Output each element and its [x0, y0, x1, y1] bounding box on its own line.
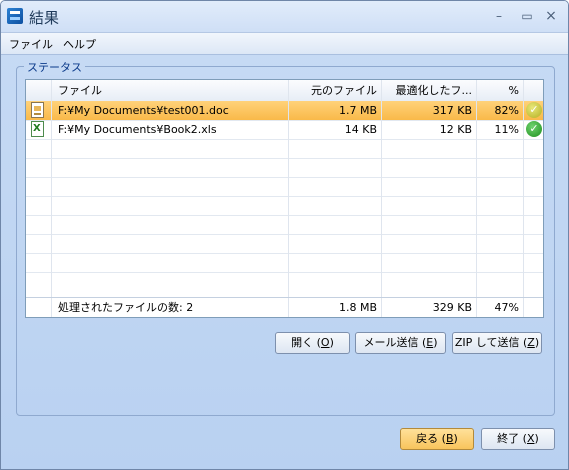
status-group-label: ステータス	[24, 59, 85, 75]
zip-send-button[interactable]: ZIP して送信 (Z)	[452, 332, 542, 354]
empty-row	[26, 272, 543, 298]
summary-row: 処理されたファイルの数: 2 1.8 MB 329 KB 47%	[26, 297, 543, 317]
summary-label: 処理されたファイルの数: 2	[52, 298, 289, 317]
row-original-size: 14 KB	[289, 120, 382, 139]
row-optimized-size: 317 KB	[382, 101, 477, 120]
exit-button[interactable]: 終了 (X)	[481, 428, 555, 450]
menu-help[interactable]: ヘルプ	[63, 36, 96, 52]
list-header: ファイル 元のファイル 最適化したフ... %	[26, 80, 543, 102]
results-window: 結果 – ▭ × ファイル ヘルプ ステータス ファイル 元のファイル 最適化し…	[0, 0, 569, 470]
word-doc-icon	[31, 102, 44, 118]
window-title: 結果	[29, 9, 60, 27]
menu-bar: ファイル ヘルプ	[1, 32, 568, 55]
close-button[interactable]: ×	[542, 8, 560, 24]
open-button[interactable]: 開く (O)	[275, 332, 350, 354]
menu-file[interactable]: ファイル	[9, 36, 53, 52]
empty-row	[26, 234, 543, 254]
results-list[interactable]: ファイル 元のファイル 最適化したフ... % F:¥My Documents¥…	[25, 79, 544, 318]
app-icon	[7, 8, 23, 24]
summary-optimized: 329 KB	[382, 298, 477, 317]
table-row[interactable]: F:¥My Documents¥test001.doc 1.7 MB 317 K…	[26, 101, 543, 121]
summary-original: 1.8 MB	[289, 298, 382, 317]
row-file: F:¥My Documents¥test001.doc	[52, 101, 289, 120]
check-icon: ✓	[526, 121, 542, 137]
empty-row	[26, 139, 543, 159]
minimize-button[interactable]: –	[490, 8, 508, 24]
excel-doc-icon	[31, 121, 44, 137]
maximize-button[interactable]: ▭	[518, 8, 536, 24]
empty-row	[26, 158, 543, 178]
header-file[interactable]: ファイル	[52, 80, 289, 101]
check-icon: ✓	[526, 102, 542, 118]
empty-row	[26, 196, 543, 216]
summary-percent: 47%	[477, 298, 524, 317]
empty-row	[26, 253, 543, 273]
row-optimized-size: 12 KB	[382, 120, 477, 139]
header-status	[524, 80, 543, 101]
send-mail-button[interactable]: メール送信 (E)	[355, 332, 446, 354]
header-percent[interactable]: %	[477, 80, 524, 101]
empty-row	[26, 177, 543, 197]
title-bar[interactable]: 結果 – ▭ ×	[1, 1, 568, 32]
header-original[interactable]: 元のファイル	[289, 80, 382, 101]
table-row[interactable]: F:¥My Documents¥Book2.xls 14 KB 12 KB 11…	[26, 120, 543, 140]
row-original-size: 1.7 MB	[289, 101, 382, 120]
row-percent: 82%	[477, 101, 524, 120]
empty-row	[26, 215, 543, 235]
row-file: F:¥My Documents¥Book2.xls	[52, 120, 289, 139]
back-button[interactable]: 戻る (B)	[400, 428, 474, 450]
header-icon-col	[26, 80, 52, 101]
header-optimized[interactable]: 最適化したフ...	[382, 80, 477, 101]
row-percent: 11%	[477, 120, 524, 139]
